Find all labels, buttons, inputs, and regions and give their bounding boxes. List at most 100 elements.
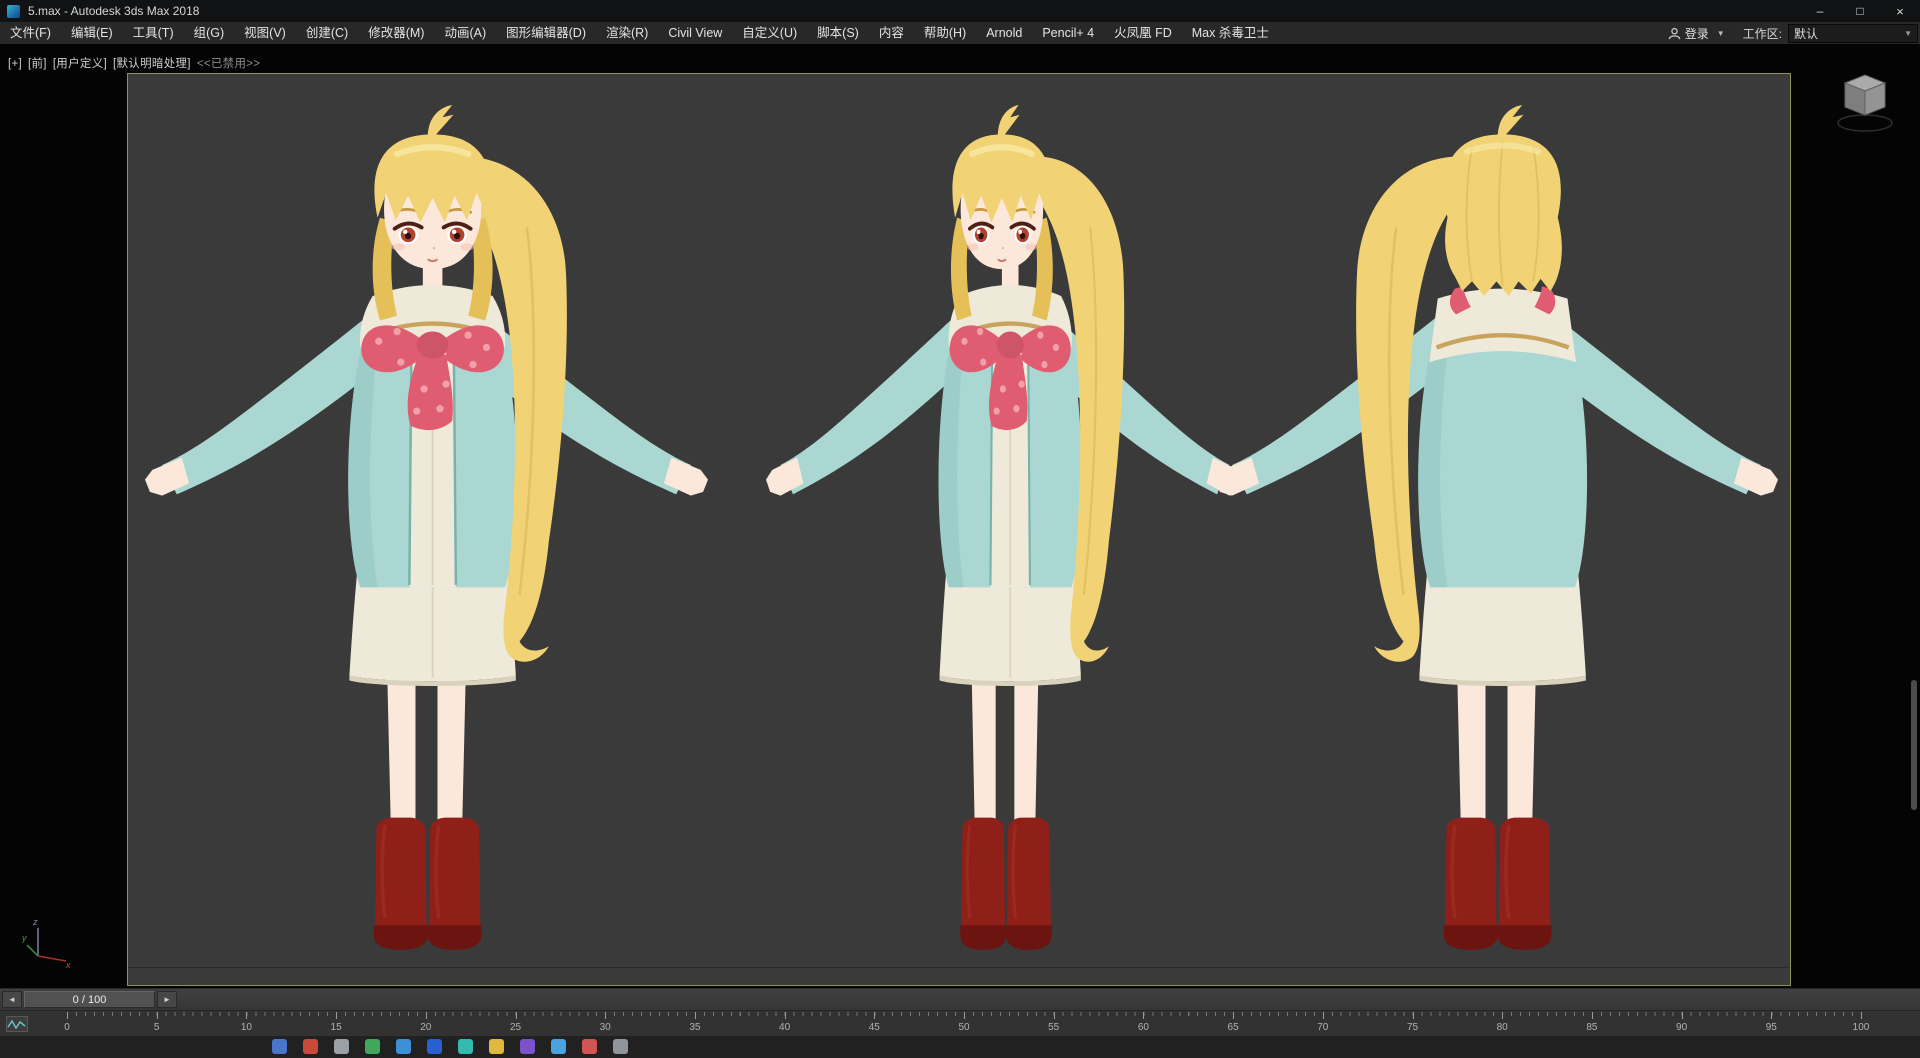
menu-item[interactable]: 编辑(E) xyxy=(61,22,123,44)
frame-major-tick xyxy=(1233,1012,1235,1019)
character-back-view[interactable] xyxy=(1215,105,1778,956)
frame-number: 55 xyxy=(1048,1022,1060,1033)
menu-item[interactable]: Civil View xyxy=(658,22,732,44)
time-slider-value: 0 / 100 xyxy=(72,993,107,1006)
frame-number: 45 xyxy=(868,1022,880,1033)
backdrop-plane[interactable] xyxy=(127,73,1791,986)
taskbar-icon[interactable] xyxy=(458,1039,473,1054)
login-label: 登录 xyxy=(1684,26,1709,41)
menu-item[interactable]: 组(G) xyxy=(184,22,235,44)
frame-major-tick xyxy=(874,1012,876,1019)
frame-major-tick xyxy=(605,1012,607,1019)
taskbar xyxy=(0,1036,1920,1058)
frame-number: 65 xyxy=(1227,1022,1239,1033)
menu-item[interactable]: 自定义(U) xyxy=(732,22,807,44)
chevron-down-icon: ▼ xyxy=(1904,28,1912,38)
menu-item[interactable]: 创建(C) xyxy=(296,22,358,44)
taskbar-icon[interactable] xyxy=(613,1039,628,1054)
titlebar: 5.max - Autodesk 3ds Max 2018 – □ × xyxy=(0,0,1920,22)
viewport-label-segment[interactable]: <<已禁用>> xyxy=(197,58,260,70)
frame-number: 25 xyxy=(509,1022,522,1033)
frame-major-tick xyxy=(1053,1012,1055,1019)
taskbar-icon[interactable] xyxy=(272,1039,287,1054)
menu-item[interactable]: 图形编辑器(D) xyxy=(496,22,596,44)
login-dropdown[interactable]: ▼ xyxy=(1715,29,1733,38)
taskbar-icon[interactable] xyxy=(365,1039,380,1054)
frame-number: 90 xyxy=(1676,1022,1688,1033)
taskbar-icon[interactable] xyxy=(334,1039,349,1054)
character-quarter-view[interactable] xyxy=(766,105,1244,956)
frame-major-tick xyxy=(1322,1012,1324,1019)
login-button[interactable]: 登录 xyxy=(1662,25,1715,42)
frame-number: 20 xyxy=(420,1022,432,1033)
menu-item[interactable]: 文件(F) xyxy=(0,22,61,44)
menu-item[interactable]: 火凤凰 FD xyxy=(1104,22,1182,44)
workspace-label: 工作区: xyxy=(1742,26,1782,41)
menu-item[interactable]: 脚本(S) xyxy=(807,22,869,44)
menubar-right: 登录 ▼ 工作区: 默认 ▼ xyxy=(1662,22,1918,44)
right-scrollbar[interactable] xyxy=(1911,680,1917,810)
time-slider-handle[interactable]: 0 / 100 xyxy=(24,991,155,1008)
menu-item[interactable]: 修改器(M) xyxy=(358,22,434,44)
viewport-label-segment[interactable]: [用户定义] xyxy=(53,58,107,70)
ground-line xyxy=(128,967,1790,968)
viewcube-compass-ring[interactable] xyxy=(1837,114,1893,132)
menu-item[interactable]: 帮助(H) xyxy=(914,22,976,44)
viewport-label-segment[interactable]: [默认明暗处理] xyxy=(113,58,191,70)
frame-major-tick xyxy=(1771,1012,1773,1019)
menu-item[interactable]: Max 杀毒卫士 xyxy=(1182,22,1279,44)
taskbar-icon[interactable] xyxy=(489,1039,504,1054)
z-axis-label: z xyxy=(32,917,38,927)
menu-item[interactable]: Arnold xyxy=(976,22,1032,44)
menu-items: 文件(F) 编辑(E) 工具(T) 组(G) 视图(V) 创建(C) 修改器(M) 动画(A)… xyxy=(0,22,1279,44)
frame-number: 75 xyxy=(1406,1022,1419,1033)
frame-major-tick xyxy=(964,1012,965,1019)
app-icon xyxy=(7,4,20,18)
taskbar-icon[interactable] xyxy=(396,1039,411,1054)
workspace-select[interactable]: 默认 ▼ xyxy=(1788,23,1918,43)
frame-number: 50 xyxy=(958,1022,970,1033)
menu-item[interactable]: 视图(V) xyxy=(234,22,296,44)
taskbar-icon[interactable] xyxy=(303,1039,318,1054)
frame-number: 60 xyxy=(1137,1022,1149,1033)
menu-item[interactable]: 渲染(R) xyxy=(596,22,658,44)
y-axis-label: y xyxy=(22,933,27,943)
frame-major-tick xyxy=(246,1012,248,1019)
frame-major-tick xyxy=(156,1012,158,1019)
frame-number: 95 xyxy=(1765,1022,1777,1033)
y-axis xyxy=(26,944,39,957)
next-frame-button[interactable]: ► xyxy=(157,991,177,1008)
viewport[interactable]: [+] [前] [用户定义] [默认明暗处理] <<已禁用>> z x y xyxy=(0,44,1920,988)
frame-number: 100 xyxy=(1852,1022,1870,1033)
frame-number: 35 xyxy=(689,1022,701,1033)
menu-item[interactable]: 工具(T) xyxy=(123,22,184,44)
application-window: 5.max - Autodesk 3ds Max 2018 – □ × 文件(F… xyxy=(0,0,1920,1058)
viewport-label-segment[interactable]: [前] xyxy=(28,58,47,70)
taskbar-icon[interactable] xyxy=(427,1039,442,1054)
menubar: 文件(F) 编辑(E) 工具(T) 组(G) 视图(V) 创建(C) 修改器(M) 动画(A)… xyxy=(0,22,1920,45)
user-icon xyxy=(1668,27,1680,39)
viewcube[interactable] xyxy=(1836,70,1894,136)
previous-frame-button[interactable]: ◄ xyxy=(2,991,22,1008)
viewport-label-segment[interactable]: [+] xyxy=(8,58,22,70)
frame-major-tick xyxy=(1591,1012,1593,1019)
taskbar-icon[interactable] xyxy=(520,1039,535,1054)
x-axis xyxy=(37,955,67,962)
menu-item[interactable]: 内容 xyxy=(869,22,914,44)
frame-number: 15 xyxy=(330,1022,342,1033)
close-button[interactable]: × xyxy=(1880,0,1920,22)
frame-major-tick xyxy=(1681,1012,1683,1019)
minimize-button[interactable]: – xyxy=(1800,0,1840,22)
track-bar[interactable]: 0 5 10 15 20 25 30 35 40 45 50 55 60 65 70 75 80 85 90 95 10… xyxy=(0,1010,1920,1036)
taskbar-icon[interactable] xyxy=(582,1039,597,1054)
time-slider-track[interactable]: ◄ 0 / 100 ► xyxy=(0,988,1920,1010)
taskbar-icon[interactable] xyxy=(551,1039,566,1054)
menu-item[interactable]: Pencil+ 4 xyxy=(1032,22,1104,44)
frame-number: 80 xyxy=(1496,1022,1508,1033)
maximize-button[interactable]: □ xyxy=(1840,0,1880,22)
menu-item[interactable]: 动画(A) xyxy=(434,22,496,44)
frame-major-tick xyxy=(425,1012,427,1019)
character-front-view[interactable] xyxy=(145,105,708,956)
frame-number: 10 xyxy=(240,1022,252,1033)
mini-curve-editor-button[interactable] xyxy=(6,1016,28,1032)
